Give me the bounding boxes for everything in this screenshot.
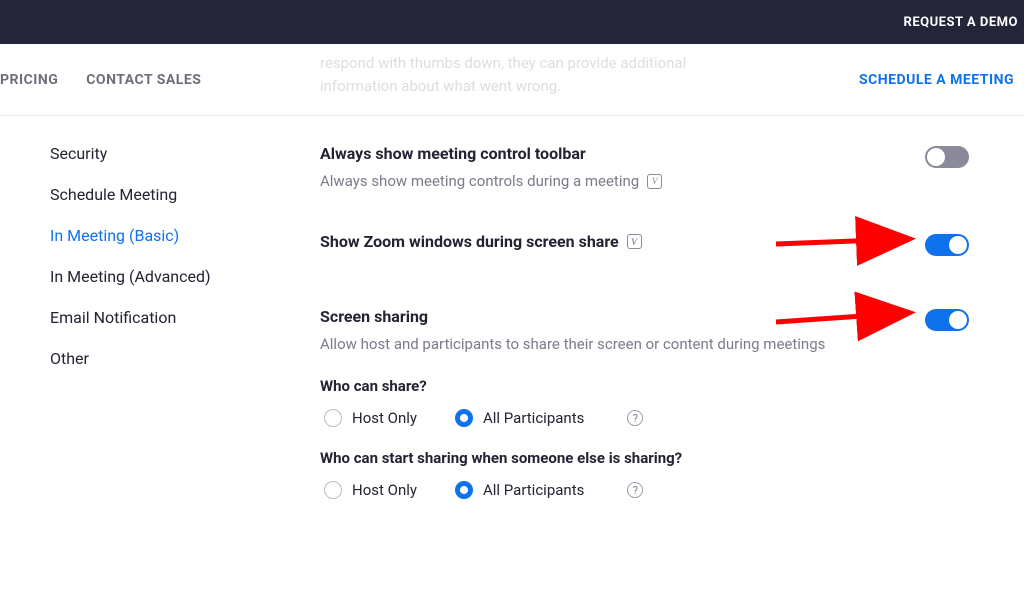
who-can-start-sharing-options: Host Only All Participants ?	[324, 481, 994, 499]
who-can-share-label: Who can share?	[320, 377, 994, 395]
setting-title: Screen sharing	[320, 307, 994, 326]
setting-title: Always show meeting control toolbar	[320, 144, 994, 163]
settings-main: Always show meeting control toolbar Alwa…	[280, 144, 1024, 539]
toggle-always-toolbar[interactable]	[925, 146, 969, 168]
verified-icon: V	[647, 174, 662, 189]
sidebar-item-email-notification[interactable]: Email Notification	[50, 308, 260, 327]
toggle-show-zoom-windows[interactable]	[925, 234, 969, 256]
sidebar-item-in-meeting-basic[interactable]: In Meeting (Basic)	[50, 226, 260, 245]
radio-label: Host Only	[352, 409, 417, 427]
setting-desc: Allow host and participants to share the…	[320, 334, 880, 355]
sidebar-item-other[interactable]: Other	[50, 349, 260, 368]
request-demo-link[interactable]: REQUEST A DEMO	[903, 15, 1024, 30]
top-banner: REQUEST A DEMO	[0, 0, 1024, 44]
verified-icon: V	[627, 234, 642, 249]
setting-screen-sharing: Screen sharing Allow host and participan…	[320, 307, 994, 499]
radio-host-only[interactable]: Host Only	[324, 409, 417, 427]
help-icon[interactable]: ?	[627, 482, 643, 498]
radio-icon	[324, 409, 342, 427]
setting-always-toolbar: Always show meeting control toolbar Alwa…	[320, 144, 994, 192]
radio-label: Host Only	[352, 481, 417, 499]
help-icon[interactable]: ?	[627, 410, 643, 426]
who-can-share-options: Host Only All Participants ?	[324, 409, 994, 427]
toggle-screen-sharing[interactable]	[925, 309, 969, 331]
radio-label: All Participants	[483, 409, 584, 427]
sidebar-item-security[interactable]: Security	[50, 144, 260, 163]
sidebar-item-schedule-meeting[interactable]: Schedule Meeting	[50, 185, 260, 204]
schedule-meeting-link[interactable]: SCHEDULE A MEETING	[859, 72, 1024, 88]
radio-icon	[455, 409, 473, 427]
setting-title-text: Show Zoom windows during screen share	[320, 232, 619, 251]
radio-icon	[455, 481, 473, 499]
nav-pricing[interactable]: PRICING	[0, 72, 58, 88]
setting-show-zoom-windows: Show Zoom windows during screen share V	[320, 232, 994, 251]
who-can-start-sharing-label: Who can start sharing when someone else …	[320, 449, 994, 467]
radio-all-participants[interactable]: All Participants	[455, 409, 584, 427]
settings-sidebar: Security Schedule Meeting In Meeting (Ba…	[0, 144, 280, 539]
sub-nav-bar: PRICING CONTACT SALES respond with thumb…	[0, 44, 1024, 116]
setting-desc-text: Always show meeting controls during a me…	[320, 171, 639, 192]
sidebar-item-in-meeting-advanced[interactable]: In Meeting (Advanced)	[50, 267, 260, 286]
nav-contact-sales[interactable]: CONTACT SALES	[86, 72, 201, 88]
radio-icon	[324, 481, 342, 499]
radio-all-participants-2[interactable]: All Participants	[455, 481, 584, 499]
radio-label: All Participants	[483, 481, 584, 499]
radio-host-only-2[interactable]: Host Only	[324, 481, 417, 499]
faded-prev-text: respond with thumbs down, they can provi…	[320, 52, 764, 97]
setting-title: Show Zoom windows during screen share V	[320, 232, 994, 251]
setting-desc: Always show meeting controls during a me…	[320, 171, 880, 192]
